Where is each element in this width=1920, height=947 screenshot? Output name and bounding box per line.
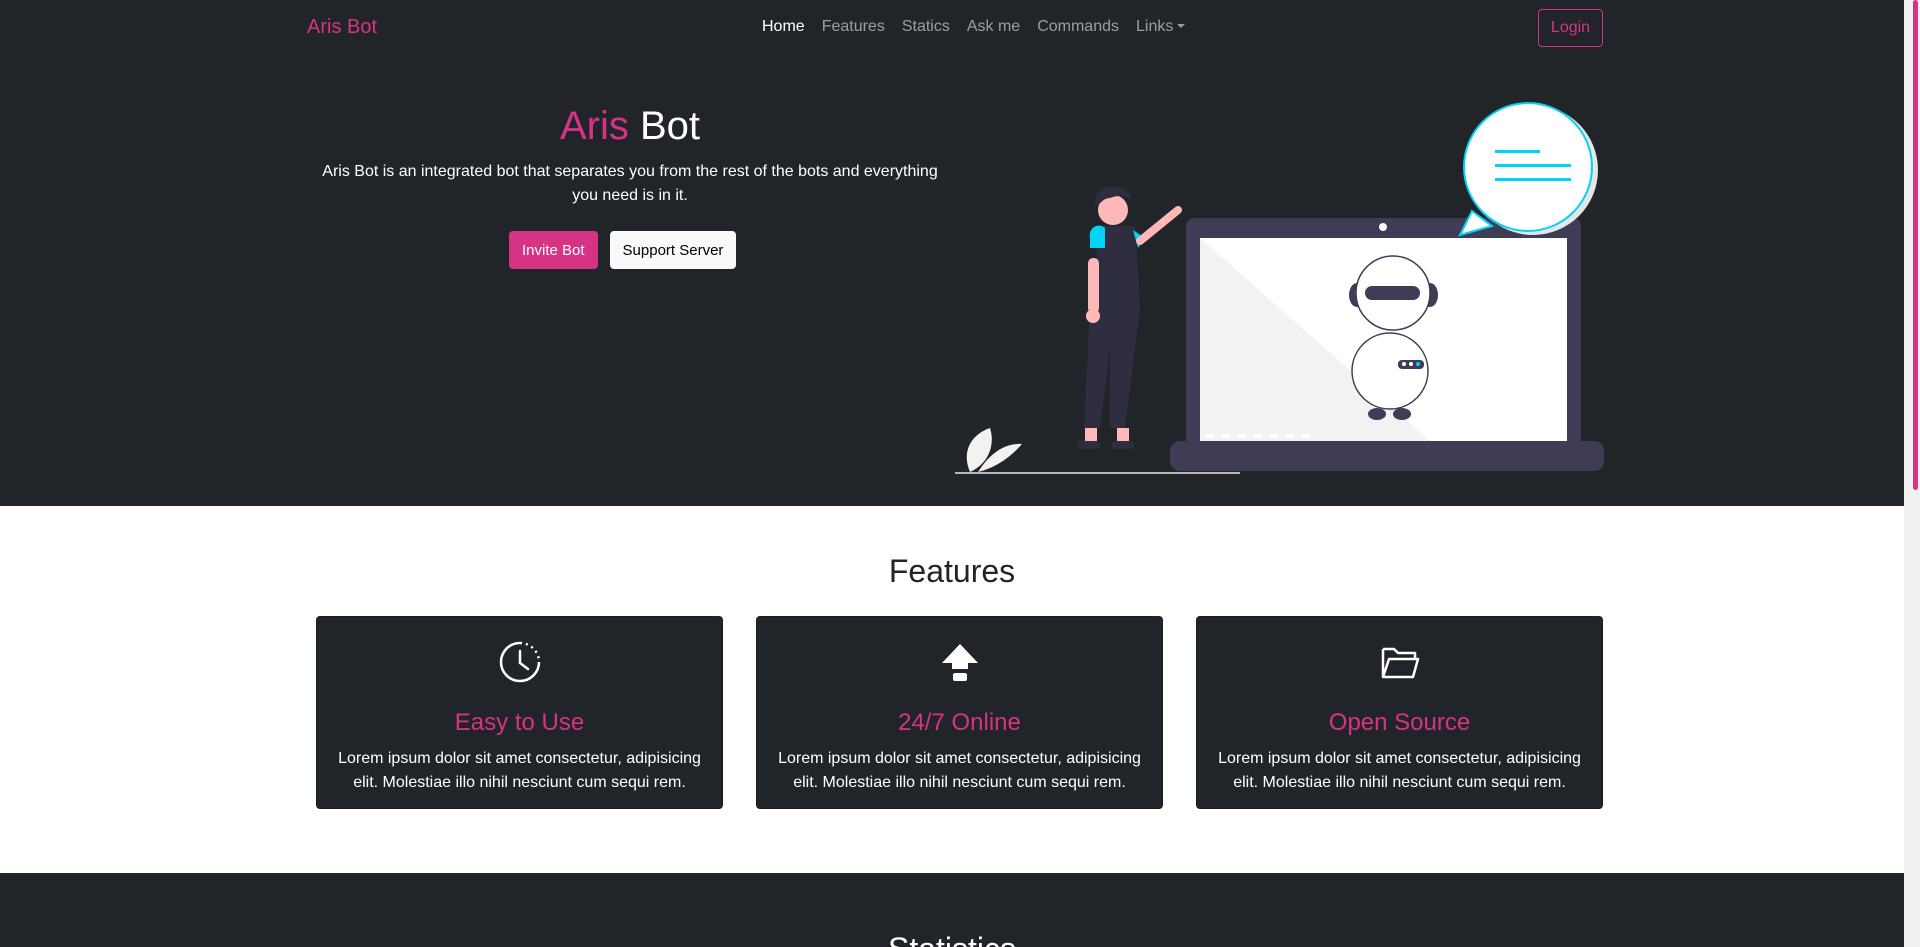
feature-cards: Easy to Use Lorem ipsum dolor sit amet c… xyxy=(316,616,1603,809)
hero-section: Aris Bot Aris Bot is an integrated bot t… xyxy=(0,58,1904,506)
statistics-title: Statistics xyxy=(0,931,1904,947)
feature-card-title: Easy to Use xyxy=(454,709,585,736)
nav-link-statics[interactable]: Statics xyxy=(902,18,950,36)
nav-links: Home Features Statics Ask me Commands Li… xyxy=(762,18,1186,36)
hero-title: Aris Bot xyxy=(310,104,950,149)
nav-dropdown-links[interactable]: Links xyxy=(1136,18,1186,36)
scrollbar-thumb[interactable] xyxy=(1913,0,1918,490)
speech-bubble-icon xyxy=(1458,102,1598,237)
cloud-upload-icon xyxy=(757,641,1162,683)
statistics-section: Statistics xyxy=(0,873,1904,947)
caret-down-icon xyxy=(1177,24,1186,28)
clock-icon xyxy=(317,641,722,683)
hero-title-rest: Bot xyxy=(639,104,701,148)
features-section: Features Easy to Use Lorem ipsum dolor s… xyxy=(0,506,1904,873)
feature-card-title: Open Source xyxy=(1328,709,1471,736)
navbar: Aris Bot Home Features Statics Ask me Co… xyxy=(0,0,1904,58)
feature-card: Open Source Lorem ipsum dolor sit amet c… xyxy=(1196,616,1603,809)
brand-link[interactable]: Aris Bot xyxy=(307,16,377,39)
feature-card: Easy to Use Lorem ipsum dolor sit amet c… xyxy=(316,616,723,809)
person-illustration xyxy=(1078,186,1182,449)
page: Aris Bot Home Features Statics Ask me Co… xyxy=(0,0,1904,947)
nav-link-home[interactable]: Home xyxy=(762,18,805,36)
nav-link-commands[interactable]: Commands xyxy=(1037,18,1119,36)
scrollbar[interactable] xyxy=(1904,0,1920,947)
feature-card-title: 24/7 Online xyxy=(898,709,1021,736)
hero-illustration xyxy=(955,102,1604,474)
leaf-icon xyxy=(966,428,1022,472)
nav-link-ask-me[interactable]: Ask me xyxy=(967,18,1020,36)
feature-card: 24/7 Online Lorem ipsum dolor sit amet c… xyxy=(756,616,1163,809)
invite-bot-button[interactable]: Invite Bot xyxy=(509,231,598,269)
features-title: Features xyxy=(888,553,1016,589)
folder-open-icon xyxy=(1197,641,1602,683)
nav-dropdown-label: Links xyxy=(1136,18,1174,35)
feature-card-text: Lorem ipsum dolor sit amet consectetur, … xyxy=(778,750,1141,791)
nav-link-features[interactable]: Features xyxy=(822,18,885,36)
hero-description: Aris Bot is an integrated bot that separ… xyxy=(322,163,938,204)
feature-card-text: Lorem ipsum dolor sit amet consectetur, … xyxy=(338,750,701,791)
hero-buttons: Invite Bot Support Server xyxy=(509,231,737,269)
login-button[interactable]: Login xyxy=(1538,9,1603,47)
support-server-button[interactable]: Support Server xyxy=(609,231,737,269)
hero-title-accent: Aris xyxy=(559,104,629,148)
feature-card-text: Lorem ipsum dolor sit amet consectetur, … xyxy=(1218,750,1581,791)
